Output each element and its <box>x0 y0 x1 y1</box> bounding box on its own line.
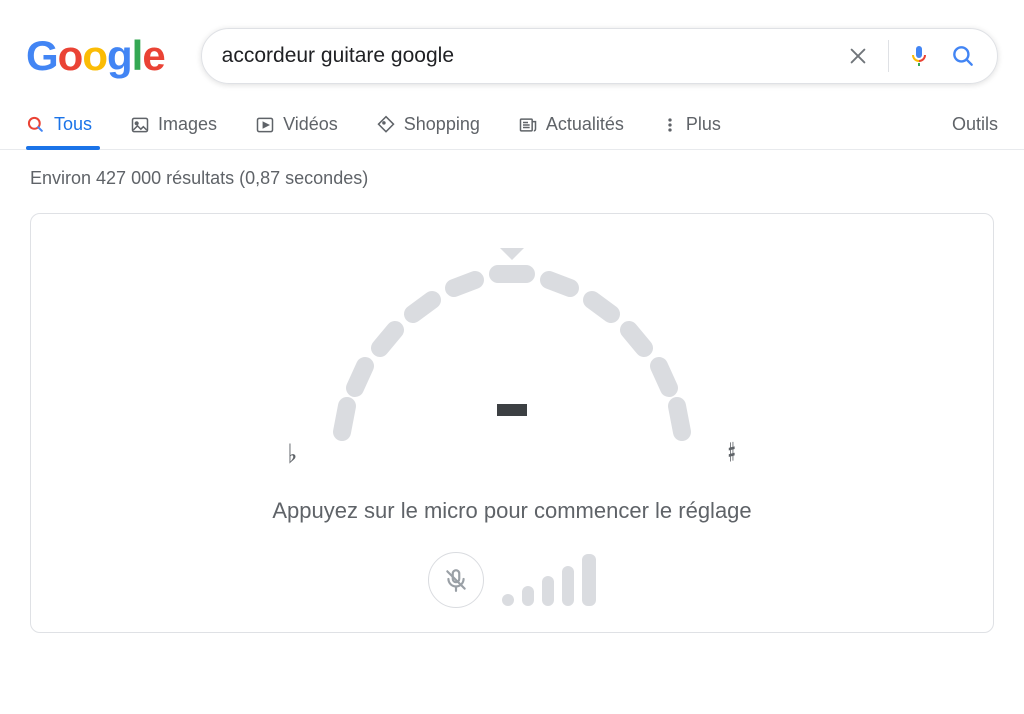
result-stats: Environ 427 000 résultats (0,87 secondes… <box>0 150 1024 189</box>
mic-control-row <box>428 552 596 608</box>
tab-news[interactable]: Actualités <box>518 114 624 149</box>
tab-images-label: Images <box>158 114 217 135</box>
voice-search-icon[interactable] <box>905 42 933 70</box>
all-icon <box>26 115 46 135</box>
header: Google <box>0 0 1024 84</box>
tuner-instruction: Appuyez sur le micro pour commencer le r… <box>272 498 751 524</box>
news-icon <box>518 115 538 135</box>
clear-icon[interactable] <box>844 42 872 70</box>
video-icon <box>255 115 275 135</box>
microphone-button[interactable] <box>428 552 484 608</box>
tab-shopping[interactable]: Shopping <box>376 114 480 149</box>
tuner-card: ♭ ♯ Appuyez sur le micro pour commencer … <box>30 213 994 633</box>
image-icon <box>130 115 150 135</box>
tab-all-label: Tous <box>54 114 92 135</box>
tools-link[interactable]: Outils <box>952 114 998 149</box>
tab-videos[interactable]: Vidéos <box>255 114 338 149</box>
tab-all[interactable]: Tous <box>26 114 92 149</box>
tab-images[interactable]: Images <box>130 114 217 149</box>
shopping-icon <box>376 115 396 135</box>
search-bar <box>201 28 998 84</box>
mic-muted-icon <box>443 567 469 593</box>
tuner-dial: ♭ ♯ <box>252 248 772 468</box>
audio-level-bars <box>502 554 596 606</box>
divider <box>888 40 889 72</box>
search-submit-icon[interactable] <box>949 42 977 70</box>
google-logo[interactable]: Google <box>26 35 165 77</box>
more-icon <box>662 115 678 135</box>
tab-news-label: Actualités <box>546 114 624 135</box>
sharp-symbol: ♯ <box>728 420 736 466</box>
tab-more-label: Plus <box>686 114 721 135</box>
flat-symbol: ♭ <box>288 420 297 474</box>
tab-videos-label: Vidéos <box>283 114 338 135</box>
tuner-center-indicator <box>497 404 527 416</box>
tab-more[interactable]: Plus <box>662 114 721 149</box>
tab-shopping-label: Shopping <box>404 114 480 135</box>
search-tabs: Tous Images Vidéos Shopping Actualités P… <box>0 84 1024 150</box>
search-input[interactable] <box>222 44 828 68</box>
